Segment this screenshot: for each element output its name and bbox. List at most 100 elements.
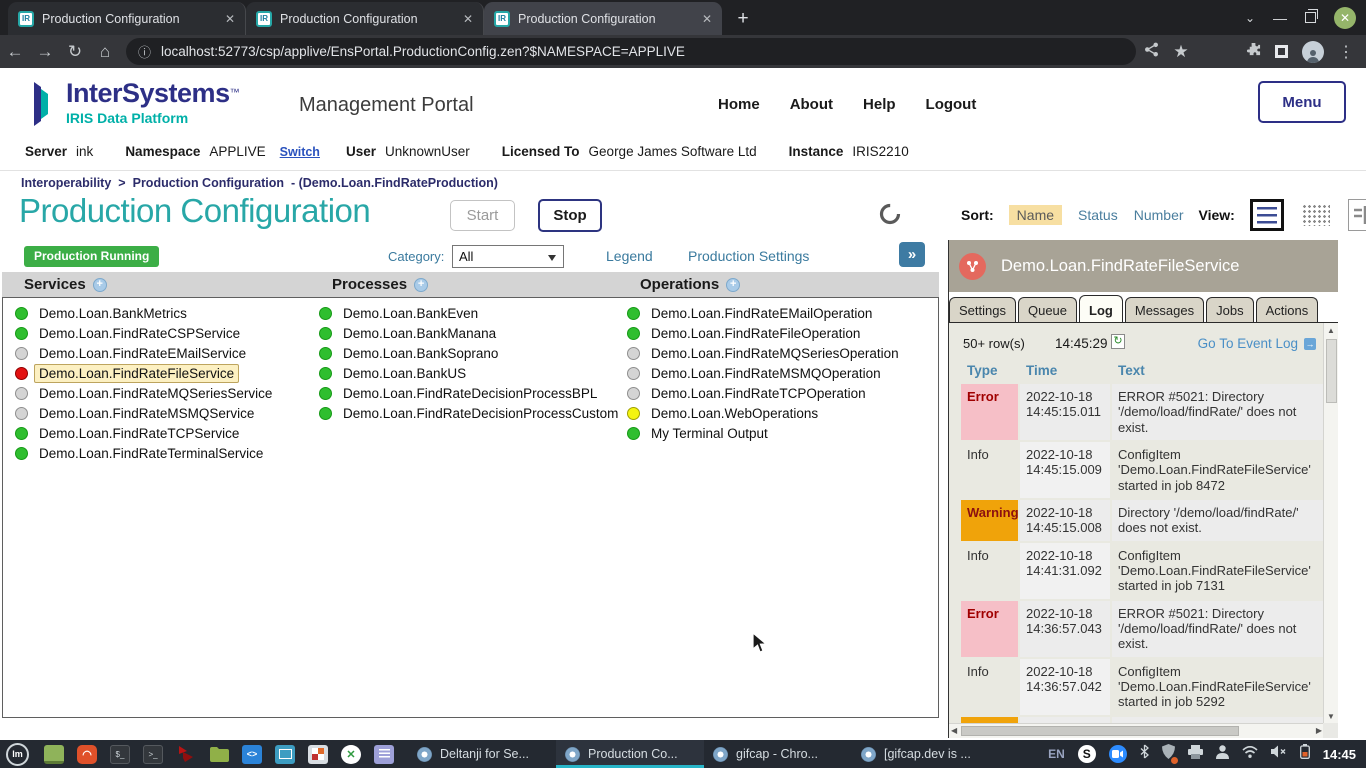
bluetooth-icon[interactable] [1140,744,1149,764]
add-service-button[interactable]: + [93,278,107,292]
breadcrumb-interoperability[interactable]: Interoperability [21,176,111,190]
taskbar-clock[interactable]: 14:45 [1323,747,1356,762]
menu-button[interactable]: Menu [1258,81,1346,123]
detail-tab[interactable]: Settings [949,297,1016,322]
sort-option[interactable]: Name [1009,205,1062,225]
sort-option[interactable]: Number [1134,207,1184,223]
vertical-scroll-thumb[interactable] [1326,339,1337,403]
operation-item[interactable]: My Terminal Output [627,423,938,443]
terminal-prompt-icon[interactable]: >_ [143,745,163,764]
horizontal-scroll-thumb[interactable] [961,726,1239,736]
side-panel-icon[interactable] [1275,45,1288,58]
volume-muted-icon[interactable] [1271,745,1287,763]
forward-icon[interactable]: → [30,42,60,62]
service-item[interactable]: Demo.Loan.FindRateMSMQService [15,403,309,423]
browser-menu-icon[interactable]: ⋮ [1338,42,1354,62]
site-info-icon[interactable]: ⓘ [138,42,151,61]
legend-link[interactable]: Legend [606,248,653,264]
tab-close-icon[interactable] [463,12,473,26]
scroll-right-icon[interactable]: ▶ [1316,726,1322,735]
process-item[interactable]: Demo.Loan.BankSoprano [319,343,617,363]
service-item[interactable]: Demo.Loan.FindRateEMailService [15,343,309,363]
new-tab-button[interactable]: + [730,6,756,32]
browser-tab[interactable]: Production Configuration [246,2,484,35]
process-item[interactable]: Demo.Loan.BankEven [319,303,617,323]
office-x-icon[interactable]: ✕ [341,745,361,764]
operation-item[interactable]: Demo.Loan.FindRateMSMQOperation [627,363,938,383]
operation-item[interactable]: Demo.Loan.FindRateTCPOperation [627,383,938,403]
add-operation-button[interactable]: + [726,278,740,292]
add-process-button[interactable]: + [414,278,428,292]
log-refresh-icon[interactable]: ↻ [1111,334,1125,349]
service-item[interactable]: Demo.Loan.FindRateMQSeriesService [15,383,309,403]
tab-close-icon[interactable] [225,12,235,26]
minimize-icon[interactable]: — [1273,10,1287,26]
detail-tab[interactable]: Actions [1256,297,1319,322]
share-icon[interactable] [1136,42,1166,62]
taskbar-window-button[interactable]: gifcap - Chro... [704,740,852,768]
media-app-icon[interactable]: ◠ [77,745,97,764]
nav-link[interactable]: Logout [926,96,977,113]
browser-tab[interactable]: Production Configuration [8,2,246,35]
tab-close-icon[interactable] [702,12,712,26]
terminal-dollar-icon[interactable]: $_ [110,745,130,764]
view-grid-button[interactable] [1299,199,1333,231]
nav-link[interactable]: About [790,96,833,113]
user-icon[interactable] [1216,745,1229,764]
process-item[interactable]: Demo.Loan.FindRateDecisionProcessCustom [319,403,617,423]
operation-item[interactable]: Demo.Loan.FindRateFileOperation [627,323,938,343]
shield-icon[interactable] [1162,744,1175,764]
service-item[interactable]: Demo.Loan.FindRateCSPService [15,323,309,343]
sort-option[interactable]: Status [1078,207,1118,223]
deltanji-icon[interactable] [176,745,196,764]
start-button[interactable]: Start [450,200,515,231]
operation-item[interactable]: Demo.Loan.FindRateEMailOperation [627,303,938,323]
detail-tab[interactable]: Jobs [1206,297,1253,322]
scroll-left-icon[interactable]: ◀ [951,726,957,735]
nav-link[interactable]: Help [863,96,896,113]
taskbar-window-button[interactable]: Deltanji for Se... [408,740,556,768]
reload-icon[interactable]: ↻ [60,42,90,62]
view-list-button[interactable] [1250,199,1284,231]
close-icon[interactable]: ✕ [1334,7,1356,29]
file-manager-icon[interactable] [209,745,229,764]
operation-item[interactable]: Demo.Loan.FindRateMQSeriesOperation [627,343,938,363]
tab-search-icon[interactable]: ⌄ [1245,11,1255,25]
process-item[interactable]: Demo.Loan.FindRateDecisionProcessBPL [319,383,617,403]
nav-link[interactable]: Home [718,96,760,113]
production-settings-link[interactable]: Production Settings [688,248,809,264]
bookmark-star-icon[interactable]: ★ [1166,42,1196,62]
service-item[interactable]: Demo.Loan.BankMetrics [15,303,309,323]
vertical-scrollbar[interactable]: ▲ ▼ [1323,323,1338,724]
scroll-up-icon[interactable]: ▲ [1324,326,1338,335]
service-item[interactable]: Demo.Loan.FindRateTerminalService [15,443,309,463]
printer-icon[interactable] [1188,745,1203,764]
view-split-button[interactable] [1348,199,1366,231]
notes-icon[interactable] [374,745,394,764]
detail-tab[interactable]: Messages [1125,297,1204,322]
mint-menu-icon[interactable]: lm [6,743,29,766]
process-item[interactable]: Demo.Loan.BankUS [319,363,617,383]
wifi-icon[interactable] [1242,745,1258,763]
service-item[interactable]: Demo.Loan.FindRateFileService [15,363,309,383]
operation-item[interactable]: Demo.Loan.WebOperations [627,403,938,423]
maximize-icon[interactable] [1305,12,1316,23]
expand-panel-button[interactable]: » [899,242,925,267]
switch-link[interactable]: Switch [280,145,320,159]
system-monitor-icon[interactable] [275,745,295,764]
stop-button[interactable]: Stop [538,199,602,232]
show-desktop-icon[interactable] [44,745,64,764]
scroll-down-icon[interactable]: ▼ [1324,712,1338,721]
vscode-icon[interactable]: <> [242,745,262,764]
breadcrumb-production-configuration[interactable]: Production Configuration [133,176,284,190]
extensions-puzzle-icon[interactable] [1246,42,1261,62]
detail-tab[interactable]: Queue [1018,297,1077,322]
detail-tab[interactable]: Log [1079,295,1123,322]
horizontal-scrollbar[interactable]: ◀ ▶ [949,723,1324,738]
language-indicator[interactable]: EN [1048,747,1065,761]
service-item[interactable]: Demo.Loan.FindRateTCPService [15,423,309,443]
taskbar-window-button[interactable]: Production Co... [556,740,704,768]
go-to-event-log-link[interactable]: Go To Event Log [1198,336,1298,351]
process-item[interactable]: Demo.Loan.BankManana [319,323,617,343]
category-select[interactable]: All [452,245,564,268]
